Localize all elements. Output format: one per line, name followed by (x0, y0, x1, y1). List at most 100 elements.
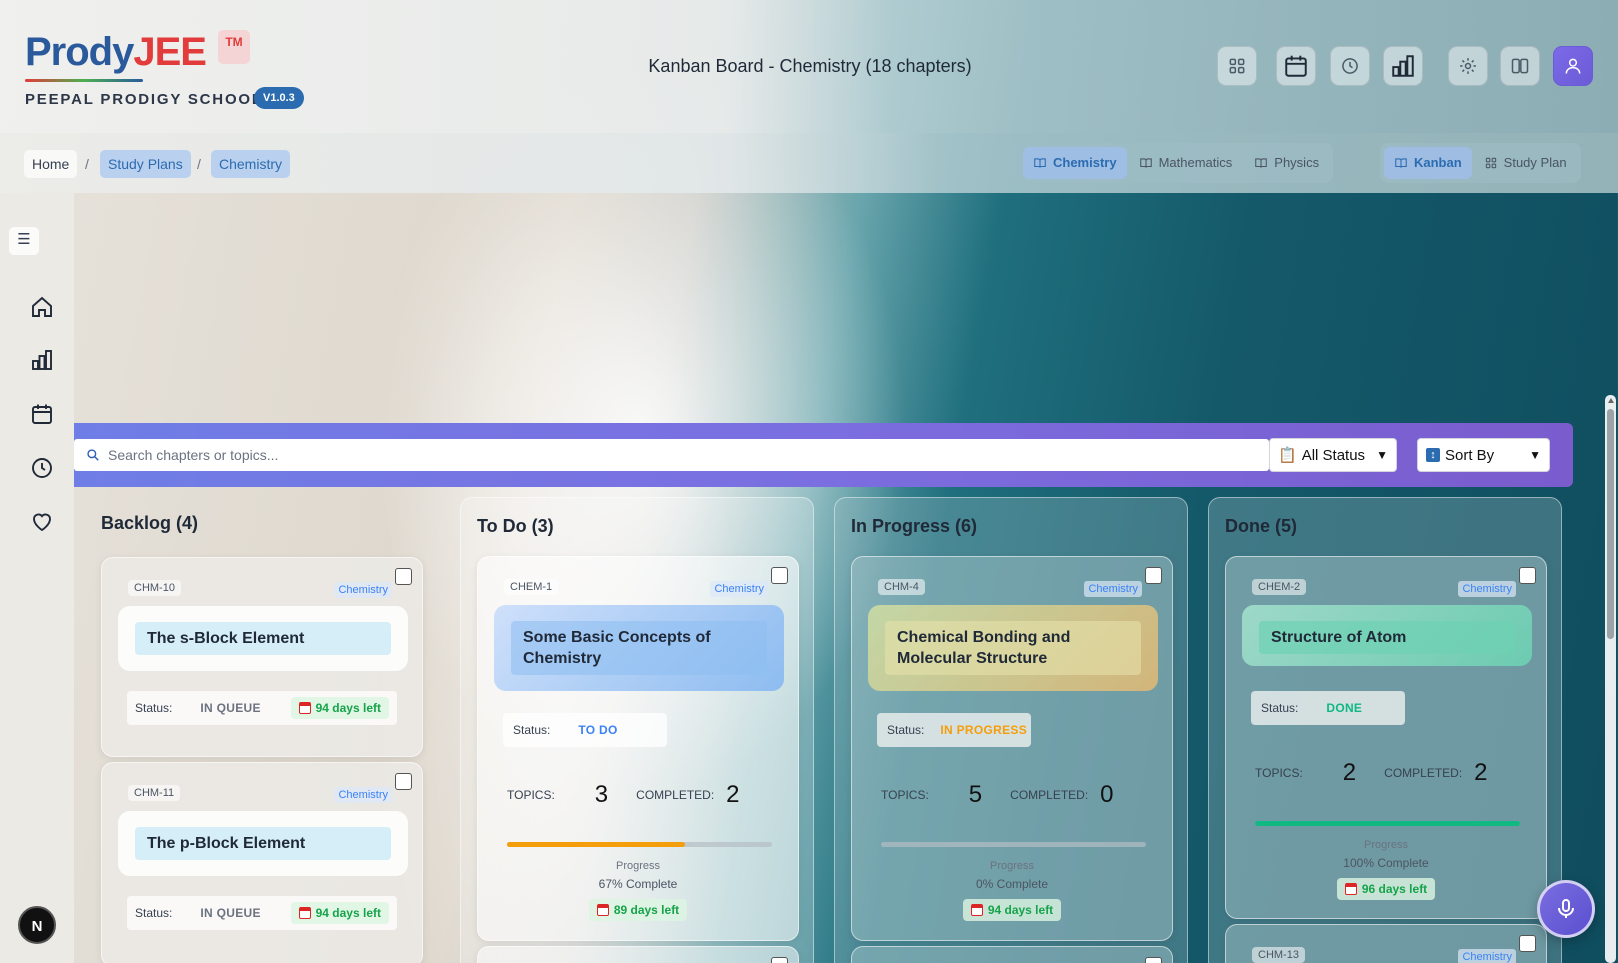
search-input[interactable] (108, 447, 1208, 463)
completed-count: 2 (1474, 759, 1488, 786)
kanban-card[interactable] (851, 946, 1173, 963)
view-tabs: Kanban Study Plan (1380, 143, 1581, 183)
card-title-box: The p-Block Element (118, 811, 408, 876)
progress-bar (881, 842, 1146, 847)
kanban-card[interactable]: CHM-11 Chemistry The p-Block Element Sta… (101, 762, 423, 963)
sidebar-toggle-button[interactable]: ☰ (9, 227, 39, 255)
card-checkbox[interactable] (395, 773, 412, 790)
tab-study-plan[interactable]: Study Plan (1474, 147, 1577, 179)
column-done: Done (5) CHEM-2 Chemistry Structure of A… (1208, 497, 1562, 963)
calendar-icon (970, 904, 983, 916)
brand-name: ProdyJEE (25, 30, 207, 74)
status-filter-select[interactable]: 📋 All Status ▼ (1269, 438, 1397, 472)
subject-tag: Chemistry (334, 787, 392, 803)
sort-select[interactable]: ↕ Sort By ▼ (1417, 438, 1550, 472)
kanban-card[interactable]: CHEM-1 Chemistry Some Basic Concepts of … (477, 556, 799, 941)
sidebar-item-analytics[interactable] (30, 348, 56, 374)
filter-bar: 📋 All Status ▼ ↕ Sort By ▼ (74, 423, 1573, 487)
tab-mathematics[interactable]: Mathematics (1129, 147, 1243, 179)
status-label: Status: (135, 906, 173, 920)
due-row: 89 days left (478, 899, 798, 921)
subject-tag: Chemistry (1458, 581, 1516, 597)
due-badge: 94 days left (962, 899, 1062, 921)
search-icon (87, 449, 99, 461)
sidebar-item-calendar[interactable] (30, 402, 56, 428)
settings-button[interactable] (1448, 46, 1488, 86)
sort-icon: ↕ (1426, 448, 1440, 462)
card-title: The s-Block Element (135, 622, 391, 655)
breadcrumb-separator: / (197, 156, 201, 172)
columns-icon (1511, 58, 1529, 74)
sidebar-item-home[interactable] (30, 295, 56, 321)
breadcrumb-home[interactable]: Home (24, 150, 78, 178)
layout-toggle-button[interactable] (1500, 46, 1540, 86)
calendar-icon (1285, 55, 1307, 77)
due-badge: 96 days left (1336, 878, 1436, 900)
brand-underline (25, 79, 143, 82)
home-icon (32, 296, 52, 317)
grid-icon (1229, 58, 1245, 74)
bar-chart-icon (32, 350, 52, 370)
history-button[interactable] (1330, 46, 1370, 86)
user-profile-button[interactable] (1553, 46, 1593, 86)
sidebar-item-favorites[interactable] (30, 510, 56, 536)
completed-count: 2 (726, 781, 740, 808)
voice-assistant-button[interactable] (1537, 880, 1595, 938)
card-checkbox[interactable] (1519, 567, 1536, 584)
calendar-icon (1344, 883, 1357, 895)
status-value: TO DO (578, 723, 618, 737)
card-id: CHM-10 (128, 580, 181, 596)
scrollbar-thumb[interactable] (1607, 409, 1614, 639)
page-scrollbar[interactable] (1605, 395, 1616, 963)
sort-value: Sort By (1445, 446, 1495, 464)
calendar-button[interactable] (1276, 46, 1316, 86)
chevron-down-icon: ▼ (1529, 448, 1541, 462)
book-icon (1395, 158, 1407, 168)
column-title: Backlog (4) (101, 513, 199, 533)
breadcrumb-current[interactable]: Chemistry (211, 150, 291, 178)
scroll-up-arrow[interactable] (1608, 398, 1614, 403)
user-icon (1565, 58, 1581, 74)
card-checkbox[interactable] (771, 567, 788, 584)
dev-badge[interactable]: N (18, 906, 56, 944)
card-checkbox[interactable] (1519, 935, 1536, 952)
card-id: CHEM-1 (504, 579, 559, 595)
status-row: Status: TO DO (503, 713, 667, 747)
tab-kanban[interactable]: Kanban (1384, 147, 1472, 179)
kanban-card[interactable]: CHM-4 Chemistry Chemical Bonding and Mol… (851, 556, 1173, 941)
card-checkbox[interactable] (1145, 957, 1162, 963)
card-checkbox[interactable] (1145, 567, 1162, 584)
version-badge: V1.0.3 (254, 87, 304, 109)
sidebar-item-history[interactable] (30, 456, 56, 482)
subject-tag: Chemistry (334, 582, 392, 598)
gear-icon (1460, 58, 1476, 74)
heart-icon (33, 513, 51, 532)
kanban-card[interactable] (477, 946, 799, 963)
status-filter-value: All Status (1301, 446, 1366, 464)
trademark-badge: TM (218, 30, 250, 64)
subject-tag: Chemistry (710, 581, 768, 597)
completed-count: 0 (1100, 781, 1114, 808)
school-name: PEEPAL PRODIGY SCHOOL (25, 91, 263, 108)
due-row: 96 days left (1226, 878, 1546, 900)
kanban-card[interactable]: CHM-10 Chemistry The s-Block Element Sta… (101, 557, 423, 757)
calendar-icon (596, 904, 609, 916)
brand-logo[interactable]: ProdyJEE TM PEEPAL PRODIGY SCHOOL V1.0.3 (25, 28, 304, 109)
breadcrumb-study-plans[interactable]: Study Plans (100, 150, 191, 178)
status-value: DONE (1326, 701, 1363, 715)
tab-chemistry[interactable]: Chemistry (1023, 147, 1127, 179)
breadcrumb-separator: / (85, 156, 89, 172)
clock-icon (1342, 58, 1358, 74)
card-checkbox[interactable] (771, 957, 788, 963)
progress-label: Progress (615, 860, 661, 872)
kanban-card[interactable]: CHEM-2 Chemistry Structure of Atom Statu… (1225, 556, 1547, 919)
status-label: Status: (887, 723, 925, 737)
due-badge: 94 days left (290, 697, 389, 719)
tab-physics[interactable]: Physics (1244, 147, 1329, 179)
card-checkbox[interactable] (395, 568, 412, 585)
grid-view-button[interactable] (1217, 46, 1257, 86)
progress-label: Progress (989, 860, 1035, 872)
analytics-button[interactable] (1383, 46, 1423, 86)
kanban-card[interactable]: CHM-13 Chemistry (1225, 924, 1547, 963)
card-title-box: Chemical Bonding and Molecular Structure (868, 605, 1158, 691)
